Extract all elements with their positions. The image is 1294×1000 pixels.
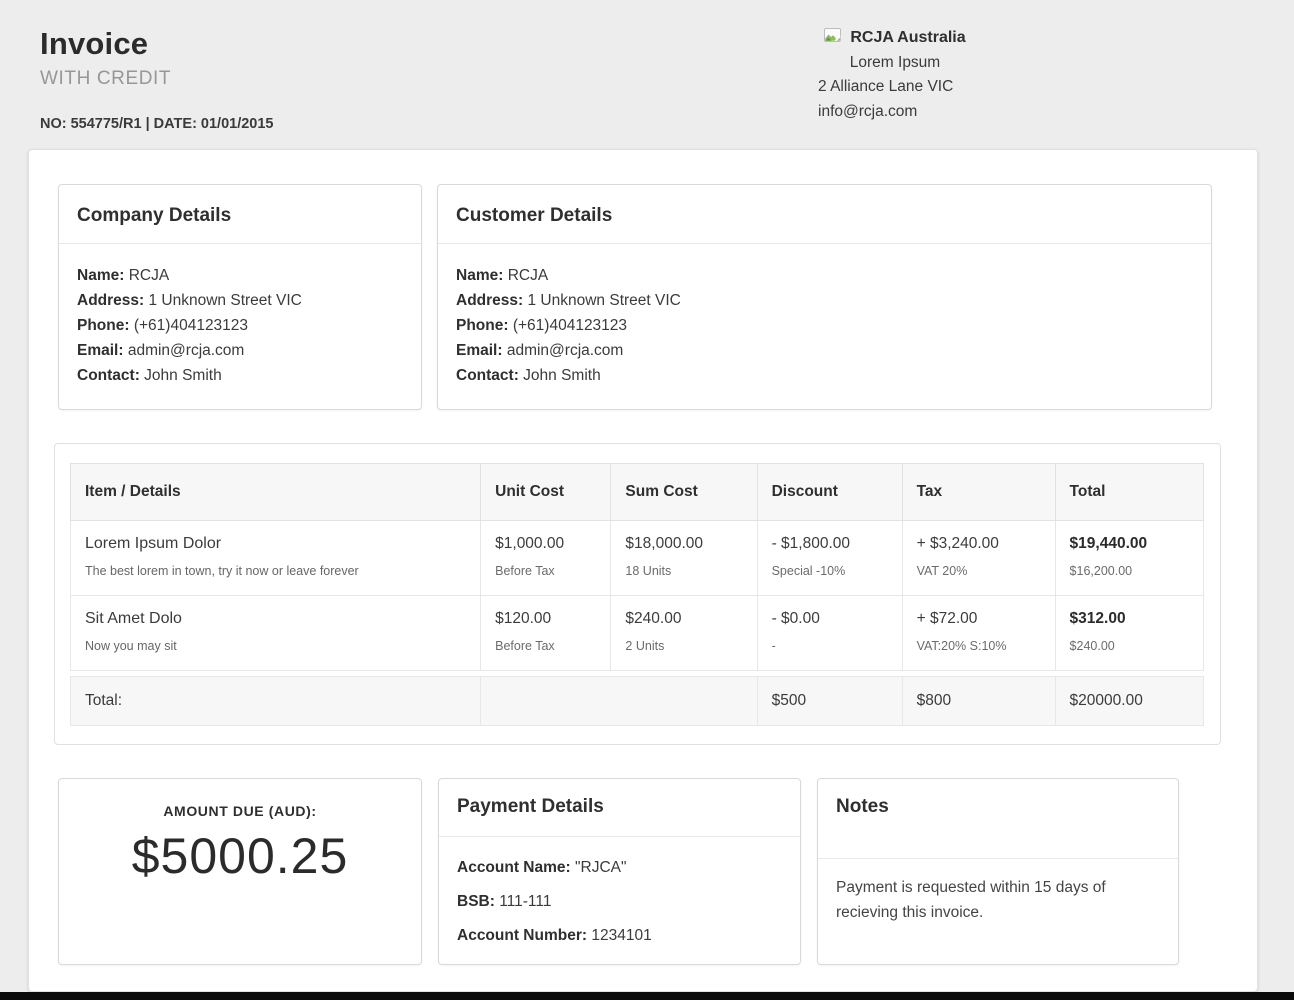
customer-details-box: Customer Details Name: RCJA Address: 1 U…: [437, 184, 1212, 410]
total-empty-cell: [481, 677, 757, 726]
company-details-heading: Company Details: [59, 185, 421, 244]
row-total-note: $240.00: [1070, 639, 1189, 653]
total-discount: $500: [757, 677, 902, 726]
item-name: Lorem Ipsum Dolor: [85, 535, 466, 553]
table-row: Sit Amet Dolo Now you may sit $120.00 Be…: [71, 596, 1204, 671]
field-phone: Phone: (+61)404123123: [77, 313, 403, 338]
tax-value: + $72.00: [917, 610, 1041, 628]
company-details-body: Name: RCJA Address: 1 Unknown Street VIC…: [59, 244, 421, 409]
field-address: Address: 1 Unknown Street VIC: [77, 288, 403, 313]
table-header-row: Item / Details Unit Cost Sum Cost Discou…: [71, 464, 1204, 521]
company-header-address: 2 Alliance Lane VIC: [818, 75, 972, 100]
company-header-line: Lorem Ipsum: [818, 51, 972, 76]
payment-details-heading: Payment Details: [439, 779, 800, 837]
page-title: Invoice: [40, 26, 1294, 62]
row-total-value: $312.00: [1070, 610, 1189, 628]
sum-cost-note: 2 Units: [625, 639, 742, 653]
company-header-email: info@rcja.com: [818, 100, 972, 125]
notes-box: Notes Payment is requested within 15 day…: [817, 778, 1179, 965]
page-header: Invoice WITH CREDIT NO: 554775/R1 | DATE…: [0, 0, 1294, 149]
total-label: Total:: [71, 677, 481, 726]
field-account-number: Account Number: 1234101: [457, 919, 782, 953]
company-header-block: RCJA Australia Lorem Ipsum 2 Alliance La…: [818, 26, 972, 124]
unit-cost-value: $120.00: [495, 610, 596, 628]
item-description: The best lorem in town, try it now or le…: [85, 564, 466, 578]
footer-bar: [0, 992, 1294, 1000]
col-header-unit-cost: Unit Cost: [481, 464, 611, 521]
details-row: Company Details Name: RCJA Address: 1 Un…: [58, 184, 1212, 410]
tax-note: VAT 20%: [917, 564, 1041, 578]
sum-cost-value: $240.00: [625, 610, 742, 628]
customer-details-heading: Customer Details: [438, 185, 1211, 244]
bottom-row: AMOUNT DUE (AUD): $5000.25 Payment Detai…: [58, 778, 1179, 965]
field-contact: Contact: John Smith: [77, 363, 403, 388]
col-header-discount: Discount: [757, 464, 902, 521]
tax-value: + $3,240.00: [917, 535, 1041, 553]
unit-cost-note: Before Tax: [495, 564, 596, 578]
totals-table: Total: $500 $800 $20000.00: [70, 676, 1204, 726]
total-row: Total: $500 $800 $20000.00: [71, 677, 1204, 726]
company-logo-row: RCJA Australia: [818, 26, 972, 51]
sum-cost-value: $18,000.00: [625, 535, 742, 553]
field-name: Name: RCJA: [456, 263, 1193, 288]
items-table-container: Item / Details Unit Cost Sum Cost Discou…: [54, 443, 1221, 745]
field-bsb: BSB: 111-111: [457, 885, 782, 919]
field-contact: Contact: John Smith: [456, 363, 1193, 388]
sum-cost-note: 18 Units: [625, 564, 742, 578]
item-description: Now you may sit: [85, 639, 466, 653]
col-header-item-details: Item / Details: [71, 464, 481, 521]
tax-note: VAT:20% S:10%: [917, 639, 1041, 653]
invoice-card: Company Details Name: RCJA Address: 1 Un…: [28, 149, 1258, 992]
discount-value: - $0.00: [772, 610, 888, 628]
discount-note: Special -10%: [772, 564, 888, 578]
broken-image-icon: [824, 26, 841, 51]
notes-heading: Notes: [818, 779, 1178, 859]
amount-due-label: AMOUNT DUE (AUD):: [59, 803, 421, 819]
col-header-tax: Tax: [902, 464, 1055, 521]
field-account-name: Account Name: "RJCA": [457, 851, 782, 885]
unit-cost-note: Before Tax: [495, 639, 596, 653]
discount-note: -: [772, 639, 888, 653]
table-row: Lorem Ipsum Dolor The best lorem in town…: [71, 521, 1204, 596]
notes-body: Payment is requested within 15 days of r…: [818, 859, 1178, 941]
invoice-number-and-date: NO: 554775/R1 | DATE: 01/01/2015: [40, 116, 1294, 132]
items-table: Item / Details Unit Cost Sum Cost Discou…: [70, 463, 1204, 671]
col-header-total: Total: [1055, 464, 1203, 521]
total-tax: $800: [902, 677, 1055, 726]
field-address: Address: 1 Unknown Street VIC: [456, 288, 1193, 313]
col-header-sum-cost: Sum Cost: [611, 464, 757, 521]
payment-details-box: Payment Details Account Name: "RJCA" BSB…: [438, 778, 801, 965]
field-phone: Phone: (+61)404123123: [456, 313, 1193, 338]
field-email: Email: admin@rcja.com: [77, 338, 403, 363]
discount-value: - $1,800.00: [772, 535, 888, 553]
item-name: Sit Amet Dolo: [85, 610, 466, 628]
amount-due-box: AMOUNT DUE (AUD): $5000.25: [58, 778, 422, 965]
field-name: Name: RCJA: [77, 263, 403, 288]
payment-details-body: Account Name: "RJCA" BSB: 111-111 Accoun…: [439, 837, 800, 967]
unit-cost-value: $1,000.00: [495, 535, 596, 553]
row-total-note: $16,200.00: [1070, 564, 1189, 578]
amount-due-value: $5000.25: [59, 827, 421, 885]
customer-details-body: Name: RCJA Address: 1 Unknown Street VIC…: [438, 244, 1211, 409]
company-details-box: Company Details Name: RCJA Address: 1 Un…: [58, 184, 422, 410]
total-amount: $20000.00: [1055, 677, 1203, 726]
field-email: Email: admin@rcja.com: [456, 338, 1193, 363]
company-name: RCJA Australia: [850, 26, 965, 51]
page-subtitle: WITH CREDIT: [40, 68, 1294, 90]
row-total-value: $19,440.00: [1070, 535, 1189, 553]
